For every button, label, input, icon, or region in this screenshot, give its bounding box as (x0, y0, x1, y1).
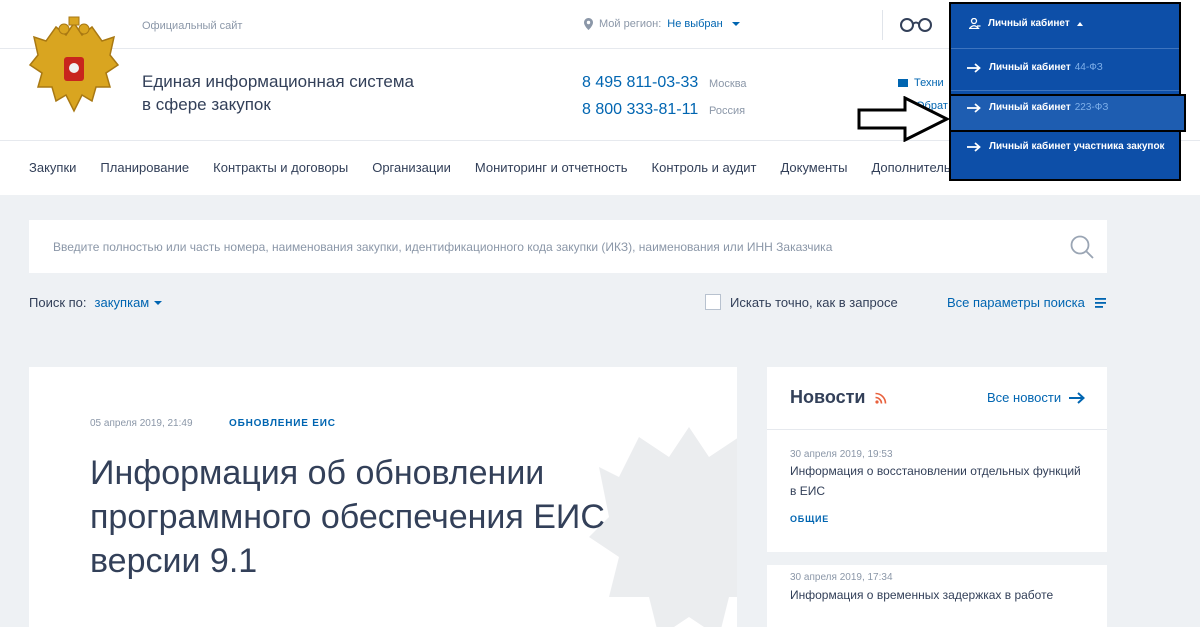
article-tag[interactable]: ОБНОВЛЕНИЕ ЕИС (229, 418, 336, 429)
exact-search-checkbox[interactable] (705, 294, 721, 310)
menu-divider (951, 48, 1179, 49)
chevron-down-icon (154, 300, 163, 305)
cabinet-item-label: Личный кабинет (989, 62, 1071, 73)
phone-city-label: Россия (709, 105, 746, 117)
all-search-params-link[interactable]: Все параметры поиска (947, 295, 1106, 310)
news-header: Новости (790, 387, 887, 408)
cabinet-item-label: Личный кабинет участника закупок (989, 141, 1165, 152)
featured-article[interactable]: 05 апреля 2019, 21:49 ОБНОВЛЕНИЕ ЕИС Инф… (29, 367, 737, 627)
nav-item-contracts[interactable]: Контракты и договоры (213, 160, 348, 175)
phone-moscow[interactable]: 8 495 811-03-33 (582, 74, 698, 92)
chevron-down-icon (731, 22, 740, 26)
nav-item-organizations[interactable]: Организации (372, 160, 451, 175)
support-link[interactable]: Техни (898, 77, 944, 89)
coat-of-arms-logo[interactable] (26, 15, 122, 121)
nav-item-planning[interactable]: Планирование (100, 160, 189, 175)
personal-cabinet-toggle[interactable]: Личный кабинет (969, 18, 1083, 29)
cabinet-item-participant[interactable]: Личный кабинет участника закупок (967, 139, 1167, 154)
news-title: Новости (790, 387, 866, 407)
support-label: Техни (914, 77, 944, 89)
cabinet-item-223fz[interactable]: Личный кабинет 223-ФЗ (967, 100, 1167, 115)
header-separator (882, 10, 883, 40)
cabinet-item-law: 44-ФЗ (1074, 62, 1103, 73)
phone-city-label: Москва (709, 78, 747, 90)
search-input[interactable]: Введите полностью или часть номера, наим… (29, 220, 1107, 273)
article-date: 05 апреля 2019, 21:49 (90, 418, 193, 429)
site-title-line: Единая информационная система (142, 72, 414, 91)
news-item-date: 30 апреля 2019, 17:34 (790, 572, 893, 583)
accessibility-glasses-icon[interactable] (899, 16, 933, 32)
news-item-tag[interactable]: ОБЩИЕ (790, 514, 829, 524)
menu-divider (951, 90, 1179, 91)
rss-icon[interactable] (875, 392, 887, 404)
article-title[interactable]: Информация об обновлении программного об… (90, 451, 690, 583)
personal-cabinet-label: Личный кабинет (988, 18, 1070, 29)
news-divider (767, 429, 1107, 430)
nav-item-monitoring[interactable]: Мониторинг и отчетность (475, 160, 628, 175)
region-selector[interactable]: Мой регион: Не выбран (584, 18, 740, 30)
exact-search-option[interactable]: Искать точно, как в запросе (705, 294, 898, 310)
annotation-arrow-icon (857, 96, 949, 142)
nav-item-documents[interactable]: Документы (780, 160, 847, 175)
location-pin-icon (584, 18, 593, 30)
cabinet-item-44fz[interactable]: Личный кабинет 44-ФЗ (967, 60, 1167, 75)
phone-russia[interactable]: 8 800 333-81-11 (582, 101, 698, 119)
filter-lines-icon (1094, 297, 1106, 308)
site-title[interactable]: Единая информационная система в сфере за… (142, 70, 462, 116)
arrow-right-icon (967, 63, 981, 73)
header-divider (0, 48, 950, 49)
search-icon[interactable] (1069, 234, 1095, 260)
personal-cabinet-menu: Личный кабинет Личный кабинет 44-ФЗ Личны… (949, 2, 1186, 181)
region-value[interactable]: Не выбран (667, 18, 722, 30)
cabinet-item-law: 223-ФЗ (1074, 102, 1109, 113)
user-icon (969, 18, 981, 29)
arrow-right-icon (1069, 391, 1086, 404)
search-by-value: закупкам (94, 295, 150, 310)
news-item-title[interactable]: Информация о восстановлении отдельных фу… (790, 461, 1085, 501)
search-by: Поиск по: закупкам (29, 295, 163, 310)
all-news-link[interactable]: Все новости (987, 390, 1086, 405)
site-title-line: в сфере закупок (142, 95, 271, 114)
arrow-right-icon (967, 103, 981, 113)
mail-icon (898, 79, 908, 87)
main-nav: Закупки Планирование Контракты и договор… (29, 160, 965, 175)
arrow-right-icon (967, 142, 981, 152)
search-by-label: Поиск по: (29, 295, 87, 310)
cabinet-item-label: Личный кабинет (989, 102, 1071, 113)
exact-search-label: Искать точно, как в запросе (730, 294, 898, 310)
all-params-label: Все параметры поиска (947, 295, 1085, 310)
news-item-divider (767, 552, 1107, 565)
news-panel: Новости Все новости 30 апреля 2019, 19:5… (767, 367, 1107, 627)
all-news-label: Все новости (987, 390, 1062, 405)
official-site-label: Официальный сайт (142, 20, 243, 32)
news-item-title[interactable]: Информация о временных задержках в работ… (790, 585, 1085, 605)
chevron-up-icon (1076, 21, 1083, 26)
nav-item-purchases[interactable]: Закупки (29, 160, 76, 175)
region-label: Мой регион: (599, 18, 662, 30)
nav-item-control[interactable]: Контроль и аудит (652, 160, 757, 175)
search-placeholder: Введите полностью или часть номера, наим… (53, 240, 833, 254)
search-by-dropdown[interactable]: закупкам (95, 295, 163, 310)
news-item-date: 30 апреля 2019, 19:53 (790, 449, 893, 460)
